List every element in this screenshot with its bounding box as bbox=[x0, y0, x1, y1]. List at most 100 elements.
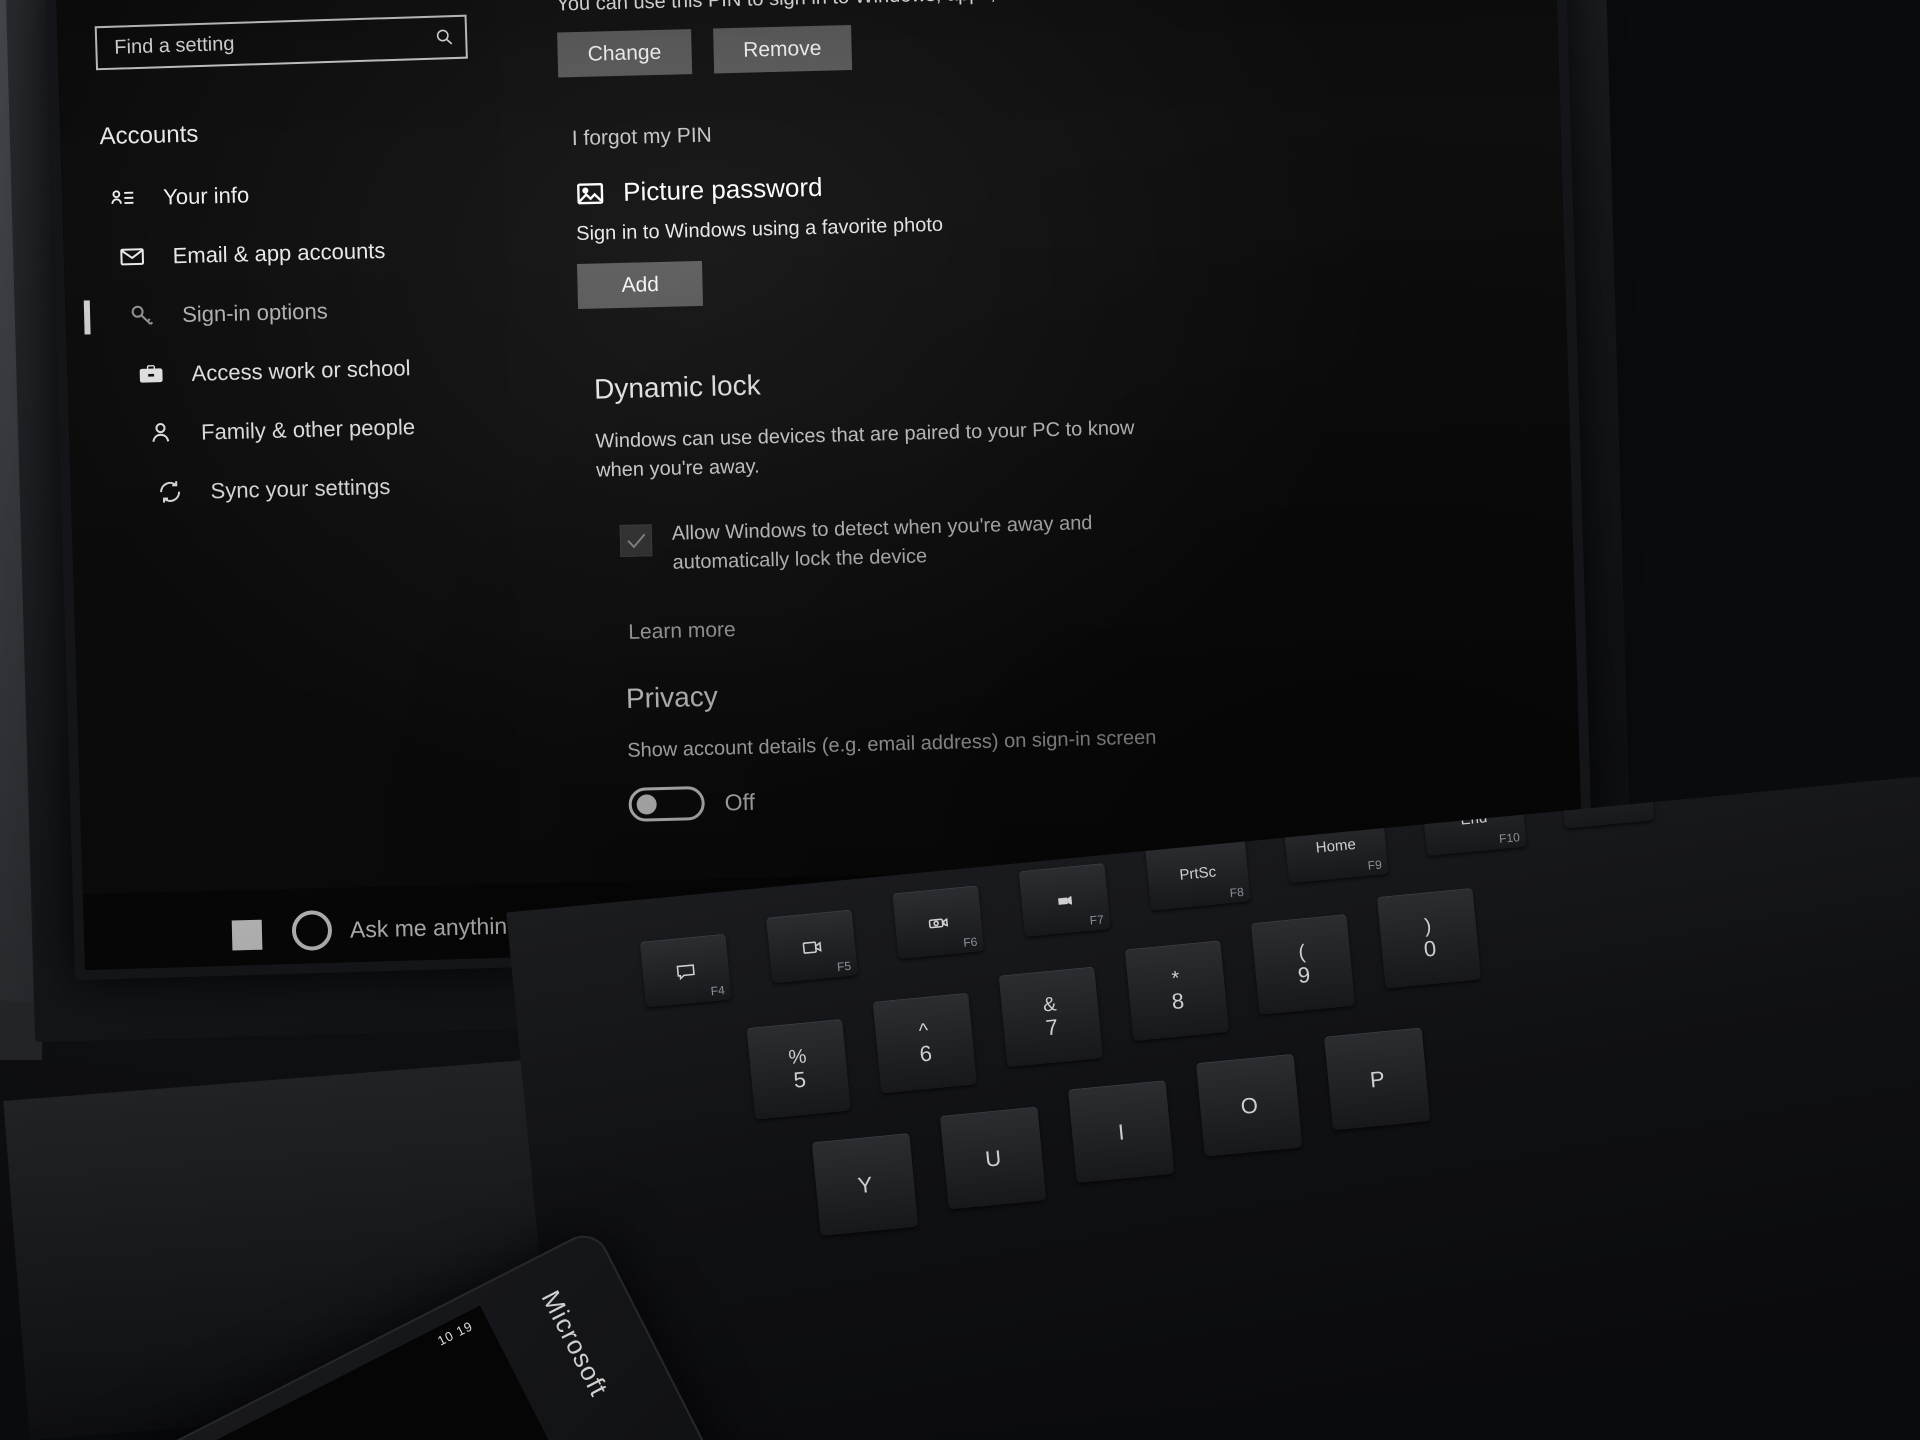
key-label: I bbox=[1116, 1118, 1126, 1145]
remove-pin-button[interactable]: Remove bbox=[712, 25, 852, 74]
sync-icon bbox=[154, 478, 185, 506]
key-sublabel: F8 bbox=[1229, 884, 1245, 901]
key-f6[interactable]: F6 bbox=[892, 885, 985, 960]
key-f4[interactable]: F4 bbox=[639, 933, 732, 1008]
cortana-ring-icon bbox=[291, 910, 333, 951]
key-u[interactable]: U bbox=[939, 1106, 1047, 1210]
phone-brand-label: Microsoft bbox=[535, 1285, 614, 1402]
gear-icon bbox=[96, 0, 123, 2]
sidebar-item-sync-your-settings[interactable]: Sync your settings bbox=[70, 454, 511, 524]
search-icon bbox=[433, 26, 456, 49]
picture-icon bbox=[575, 178, 606, 209]
key-sublabel: F4 bbox=[710, 983, 726, 999]
cortana-search-box[interactable]: Ask me anything bbox=[291, 905, 520, 951]
dynamic-lock-section: Dynamic lock Windows can use devices tha… bbox=[594, 358, 1201, 645]
key-label: 8 bbox=[1170, 988, 1186, 1015]
key-f7[interactable]: F7 bbox=[1018, 863, 1111, 937]
key-5[interactable]: % 5 bbox=[746, 1018, 851, 1120]
contact-card-icon bbox=[107, 184, 138, 212]
add-picture-password-button[interactable]: Add bbox=[576, 260, 704, 310]
key-0[interactable]: ) 0 bbox=[1376, 887, 1482, 989]
key-shift-label: & bbox=[1042, 993, 1058, 1017]
nav-section-title: Accounts bbox=[99, 120, 199, 151]
key-y[interactable]: Y bbox=[811, 1132, 919, 1236]
privacy-section: Privacy Show account details (e.g. email… bbox=[626, 667, 1249, 822]
forgot-pin-link[interactable]: I forgot my PIN bbox=[572, 124, 713, 152]
key-label: P bbox=[1368, 1065, 1386, 1093]
key-label: 0 bbox=[1422, 936, 1438, 963]
start-button[interactable] bbox=[231, 919, 263, 951]
home-label: Home bbox=[143, 0, 211, 2]
settings-sidebar: Home Accounts bbox=[56, 0, 522, 915]
briefcase-icon bbox=[135, 360, 166, 388]
sidebar-item-label: Email & app accounts bbox=[172, 237, 386, 268]
picture-password-button-row: Add bbox=[576, 255, 945, 310]
key-label: O bbox=[1239, 1091, 1259, 1119]
sidebar-item-label: Family & other people bbox=[200, 413, 416, 445]
sidebar-item-access-work-or-school[interactable]: Access work or school bbox=[67, 336, 508, 406]
settings-content-pane: Sign-in options You can use this PIN to … bbox=[497, 0, 1595, 904]
dynamic-lock-learn-more-link[interactable]: Learn more bbox=[628, 618, 736, 645]
change-pin-button[interactable]: Change bbox=[557, 29, 692, 78]
show-account-details-toggle[interactable] bbox=[628, 785, 706, 822]
mail-icon bbox=[116, 243, 147, 271]
key-label: Home bbox=[1315, 835, 1357, 857]
person-icon bbox=[145, 419, 176, 447]
key-shift-label: * bbox=[1170, 967, 1181, 991]
sidebar-item-label: Your info bbox=[162, 181, 250, 209]
key-6[interactable]: ^ 6 bbox=[872, 992, 977, 1094]
dynamic-lock-description: Windows can use devices that are paired … bbox=[595, 416, 1135, 482]
key-label: 7 bbox=[1044, 1014, 1060, 1041]
key-label: U bbox=[983, 1144, 1003, 1172]
key-8[interactable]: * 8 bbox=[1124, 940, 1230, 1042]
key-shift-label: ^ bbox=[917, 1020, 930, 1043]
key-label: 9 bbox=[1296, 962, 1312, 989]
key-i[interactable]: I bbox=[1067, 1080, 1175, 1184]
pin-button-row: Change Remove bbox=[557, 7, 1580, 78]
sidebar-item-label: Sync your settings bbox=[210, 473, 391, 503]
key-7[interactable]: & 7 bbox=[998, 966, 1104, 1068]
phone-status-bar: 10 19 bbox=[435, 1318, 476, 1349]
sidebar-item-label: Access work or school bbox=[191, 354, 411, 386]
dynamic-lock-checkbox-row[interactable]: Allow Windows to detect when you're away… bbox=[619, 506, 1198, 579]
film-icon bbox=[802, 940, 822, 954]
key-sublabel: F9 bbox=[1367, 857, 1383, 873]
sidebar-item-label: Sign-in options bbox=[181, 297, 328, 327]
key-o[interactable]: O bbox=[1195, 1053, 1303, 1157]
privacy-toggle-row[interactable]: Off bbox=[628, 772, 1249, 822]
comment-icon bbox=[676, 963, 695, 980]
key-icon bbox=[126, 302, 157, 330]
picture-password-heading-row: Picture password bbox=[575, 169, 943, 209]
picture-password-description: Sign in to Windows using a favorite phot… bbox=[575, 213, 944, 246]
key-9[interactable]: ( 9 bbox=[1250, 914, 1356, 1015]
key-p[interactable]: P bbox=[1323, 1027, 1431, 1131]
search-setting-box[interactable] bbox=[94, 14, 468, 71]
key-shift-label: ( bbox=[1297, 941, 1307, 965]
key-label: Y bbox=[856, 1171, 874, 1198]
privacy-toggle-state: Off bbox=[724, 788, 756, 815]
projector-icon bbox=[928, 917, 949, 928]
privacy-heading: Privacy bbox=[625, 680, 719, 714]
key-sublabel: F10 bbox=[1498, 830, 1521, 847]
key-sublabel: F5 bbox=[836, 958, 852, 975]
toggle-knob bbox=[636, 794, 657, 815]
privacy-description: Show account details (e.g. email address… bbox=[627, 726, 1157, 762]
sidebar-item-email-app-accounts[interactable]: Email & app accounts bbox=[64, 218, 505, 288]
dynamic-lock-checkbox[interactable] bbox=[619, 524, 653, 558]
sidebar-item-sign-in-options[interactable]: Sign-in options bbox=[65, 277, 506, 347]
dynamic-lock-heading: Dynamic lock bbox=[593, 369, 761, 405]
key-shift-label: % bbox=[787, 1045, 808, 1070]
key-label: 5 bbox=[792, 1067, 808, 1094]
sidebar-item-your-info[interactable]: Your info bbox=[62, 159, 503, 229]
picture-password-heading: Picture password bbox=[622, 171, 823, 207]
key-label: PrtSc bbox=[1178, 863, 1217, 884]
search-input[interactable] bbox=[113, 26, 434, 60]
sidebar-item-family-other-people[interactable]: Family & other people bbox=[68, 395, 509, 465]
key-label: 6 bbox=[918, 1040, 934, 1067]
home-nav-item[interactable]: Home bbox=[57, 0, 498, 4]
dynamic-lock-checkbox-label: Allow Windows to detect when you're away… bbox=[671, 512, 1093, 574]
key-f5[interactable]: F5 bbox=[766, 909, 858, 984]
cortana-placeholder: Ask me anything bbox=[349, 911, 521, 943]
key-sublabel: F6 bbox=[962, 934, 978, 950]
brightness-icon bbox=[1058, 895, 1073, 905]
